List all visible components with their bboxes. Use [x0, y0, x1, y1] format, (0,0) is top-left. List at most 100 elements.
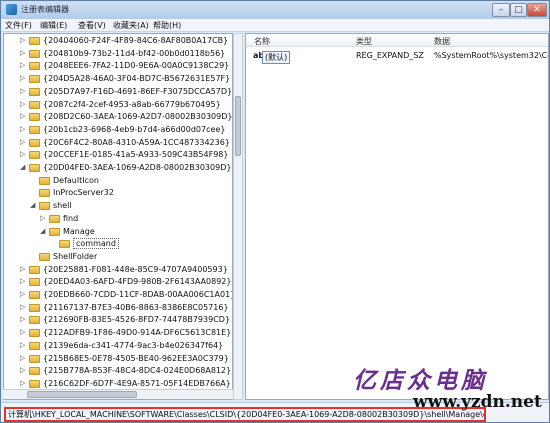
tree-node-label[interactable]: {20ED4A03-6AFD-4FD9-980B-2F6143AA0892}	[43, 277, 231, 286]
tree-node-label[interactable]: {20C6F4C2-80A8-4310-A59A-1CC487334236}	[43, 138, 230, 147]
expand-arrow-icon[interactable]: ▷	[20, 379, 25, 387]
close-button[interactable]: ✕	[527, 3, 547, 17]
window-title: 注册表编辑器	[21, 5, 69, 14]
expand-arrow-icon[interactable]: ▷	[20, 315, 25, 323]
tree-node-label[interactable]: {212ADFB9-1F86-49D0-914A-DF6C5613C81E}	[43, 328, 231, 337]
folder-icon	[29, 75, 40, 84]
folder-icon	[39, 202, 50, 211]
tree-node-label[interactable]: {20b1cb23-6968-4eb9-b7d4-a66d00d07cee}	[43, 125, 225, 134]
expand-arrow-icon[interactable]: ▷	[20, 366, 25, 374]
expand-arrow-icon[interactable]: ▷	[20, 100, 25, 108]
tree-node-label[interactable]: shell	[53, 201, 72, 210]
tree-horizontal-scrollbar[interactable]	[3, 389, 233, 399]
folder-icon	[59, 240, 70, 249]
value-data: %SystemRoot%\system32\Cor	[434, 51, 549, 60]
tree-node-label[interactable]: Manage	[63, 227, 95, 236]
collapse-arrow-icon[interactable]: ◢	[40, 227, 45, 235]
menu-edit[interactable]: 编辑(E)	[40, 20, 67, 31]
folder-icon	[29, 113, 40, 122]
expand-arrow-icon[interactable]: ▷	[20, 265, 25, 273]
watermark-name: 亿店众电脑	[353, 367, 488, 394]
folder-icon	[29, 125, 40, 134]
tree-node-label[interactable]: InProcServer32	[53, 188, 114, 197]
expand-arrow-icon[interactable]: ▷	[20, 138, 25, 146]
column-header-data[interactable]: 数据	[434, 36, 450, 47]
value-name[interactable]: (默认)	[262, 51, 291, 64]
tree-node-label[interactable]: command	[73, 238, 119, 250]
value-type: REG_EXPAND_SZ	[356, 51, 424, 60]
folder-icon	[29, 354, 40, 363]
tree-node-label[interactable]: {204D5A28-46A0-3F04-BD7C-B5672631E57F}	[43, 74, 230, 83]
tree-vertical-scrollbar[interactable]	[233, 33, 243, 400]
folder-icon	[29, 138, 40, 147]
minimize-button[interactable]: –	[492, 3, 510, 17]
tree-node-label[interactable]: {212690FB-83E5-4526-8FD7-74478B7939CD}	[43, 315, 230, 324]
folder-icon	[29, 379, 40, 388]
expand-arrow-icon[interactable]: ▷	[40, 214, 45, 222]
expand-arrow-icon[interactable]: ▷	[20, 290, 25, 298]
tree-node-label[interactable]: {21167137-B7E3-40B6-8863-8386E8C05716}	[43, 303, 229, 312]
menu-favorites[interactable]: 收藏夹(A)	[113, 20, 149, 31]
folder-icon	[49, 214, 60, 223]
maximize-button[interactable]: □	[510, 3, 527, 17]
column-header-type[interactable]: 类型	[356, 36, 372, 47]
menu-file[interactable]: 文件(F)	[5, 20, 32, 31]
tree-node-label[interactable]: {2139e6da-c341-4774-9ac3-b4e026347f64}	[43, 341, 223, 350]
values-pane[interactable]: 名称 类型 数据 ab (默认) REG_EXPAND_SZ %SystemRo…	[245, 33, 549, 400]
expand-arrow-icon[interactable]: ▷	[20, 49, 25, 57]
folder-icon	[29, 316, 40, 325]
watermark-url: www.yzdn.net	[413, 392, 542, 412]
folder-icon	[29, 291, 40, 299]
expand-arrow-icon[interactable]: ▷	[20, 112, 25, 120]
scrollbar-thumb[interactable]	[27, 391, 137, 398]
tree-node-label[interactable]: {204810b9-73b2-11d4-bf42-00b0d0118b56}	[43, 49, 225, 58]
tree-node-label[interactable]: {20E25881-F081-448e-85C9-4707A9400593}	[43, 265, 228, 274]
expand-arrow-icon[interactable]: ▷	[20, 277, 25, 285]
tree-node-label[interactable]: {215B68E5-0E78-4505-BE40-962EE3A0C379}	[43, 354, 229, 363]
registry-editor-window: 注册表编辑器 – □ ✕ 文件(F) 编辑(E) 查看(V) 收藏夹(A) 帮助…	[0, 0, 550, 423]
values-header: 名称 类型 数据	[246, 34, 548, 47]
folder-icon	[29, 164, 40, 172]
tree-node-label[interactable]: {205D7A97-F16D-4691-86EF-F3075DCCA57D}	[43, 87, 232, 96]
title-bar: 注册表编辑器 – □ ✕	[1, 1, 549, 19]
folder-icon	[39, 252, 50, 261]
folder-icon	[29, 278, 40, 287]
collapse-arrow-icon[interactable]: ◢	[20, 163, 25, 171]
expand-arrow-icon[interactable]: ▷	[20, 354, 25, 362]
folder-icon	[29, 87, 40, 96]
folder-icon	[29, 303, 40, 312]
expand-arrow-icon[interactable]: ▷	[20, 125, 25, 133]
tree-node-label[interactable]: find	[63, 214, 78, 223]
expand-arrow-icon[interactable]: ▷	[20, 87, 25, 95]
expand-arrow-icon[interactable]: ▷	[20, 328, 25, 336]
tree-node-label[interactable]: {216C62DF-6D7F-4E9A-8571-05F14EDB766A}	[43, 379, 231, 388]
folder-icon	[39, 189, 50, 198]
registry-key-tree[interactable]: ▷ {20404060-F24F-4F89-84C6-8AF80B0A17CB} ▷…	[3, 33, 233, 400]
tree-node-label[interactable]: {215B778A-853F-48C4-8DC4-024E0D68A812}	[43, 366, 231, 375]
column-header-name[interactable]: 名称	[254, 36, 270, 47]
folder-icon	[29, 265, 40, 274]
expand-arrow-icon[interactable]: ▷	[20, 303, 25, 311]
expand-arrow-icon[interactable]: ▷	[20, 36, 25, 44]
tree-node-label[interactable]: ShellFolder	[53, 252, 97, 261]
expand-arrow-icon[interactable]: ▷	[20, 341, 25, 349]
tree-node-label[interactable]: {208D2C60-3AEA-1069-A2D7-08002B30309D}	[43, 112, 232, 121]
scrollbar-thumb[interactable]	[235, 96, 241, 156]
tree-node-label[interactable]: {2048EEE6-7FA2-11D0-9E6A-00A0C9138C29}	[43, 61, 229, 70]
folder-icon	[39, 176, 50, 185]
tree-node-label[interactable]: {20404060-F24F-4F89-84C6-8AF80B0A17CB}	[43, 36, 228, 45]
tree-node-label[interactable]: {20D04FE0-3AEA-1069-A2D8-08002B30309D}	[43, 163, 231, 172]
tree-node-label[interactable]: {20EDB660-7CDD-11CF-8DAB-00AA006C1A01}	[43, 290, 232, 299]
collapse-arrow-icon[interactable]: ◢	[30, 201, 35, 209]
value-row[interactable]: ab (默认) REG_EXPAND_SZ %SystemRoot%\syste…	[246, 50, 549, 64]
expand-arrow-icon[interactable]: ▷	[20, 150, 25, 158]
tree-node-label[interactable]: {2087c2f4-2cef-4953-a8ab-66779b670495}	[43, 100, 221, 109]
menu-help[interactable]: 帮助(H)	[153, 20, 181, 31]
tree-node-label[interactable]: DefaultIcon	[53, 176, 99, 185]
expand-arrow-icon[interactable]: ▷	[20, 61, 25, 69]
menu-view[interactable]: 查看(V)	[78, 20, 106, 31]
expand-arrow-icon[interactable]: ▷	[20, 74, 25, 82]
folder-icon	[29, 329, 40, 338]
tree-node-label[interactable]: {20CCEF1E-0185-41a5-A933-509C43B54F98}	[43, 150, 228, 159]
folder-icon	[29, 62, 40, 71]
